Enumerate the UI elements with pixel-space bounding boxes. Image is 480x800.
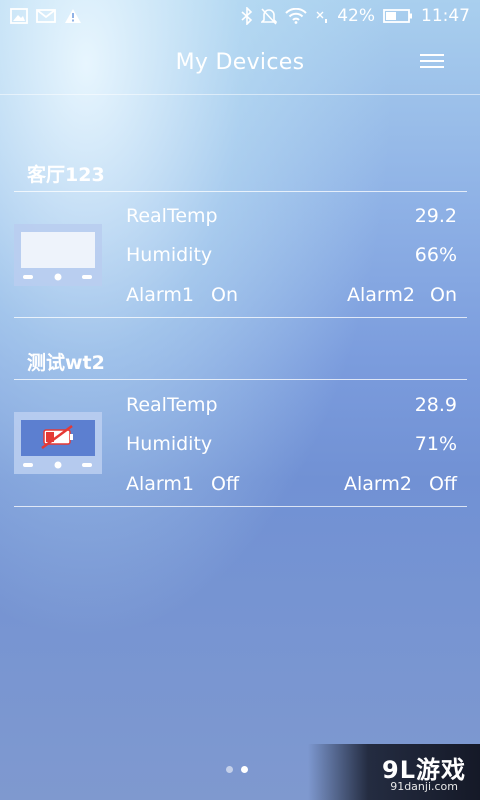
device-screen-icon: [14, 224, 102, 286]
realtemp-label: RealTemp: [126, 394, 218, 416]
alarm1-label: Alarm1: [126, 284, 194, 306]
alarm2-value: On: [430, 284, 457, 306]
mute-icon: [261, 8, 278, 25]
device-bottom-divider: [14, 317, 467, 318]
humidity-value: 66%: [414, 244, 457, 266]
status-right: 42% 11:47: [241, 6, 470, 26]
watermark-url: 91danji.com: [390, 780, 458, 793]
alarm1-value: Off: [211, 473, 240, 495]
bluetooth-icon: [241, 7, 253, 25]
humidity-value: 71%: [414, 433, 457, 455]
status-left: [10, 8, 82, 24]
realtemp-label: RealTemp: [126, 205, 218, 227]
alarm2-label: Alarm2: [347, 284, 415, 306]
device-top-divider: [14, 191, 467, 192]
alarm2-value: Off: [428, 473, 457, 495]
mail-icon: [36, 9, 56, 23]
realtemp-value: 28.9: [414, 394, 457, 416]
device-name: 客厅123: [27, 164, 105, 186]
battery-icon: [383, 9, 412, 23]
status-time: 11:47: [421, 6, 470, 26]
page-indicator: [226, 766, 248, 773]
status-bar: 42% 11:47: [0, 0, 480, 32]
device-bottom-divider: [14, 506, 467, 507]
no-signal-icon: [316, 11, 328, 23]
page-dot-2[interactable]: [241, 766, 248, 773]
humidity-label: Humidity: [126, 244, 213, 266]
alarm1-value: On: [211, 284, 238, 306]
warning-icon: [65, 9, 81, 23]
humidity-label: Humidity: [126, 433, 213, 455]
realtemp-value: 29.2: [414, 205, 457, 227]
menu-icon[interactable]: [420, 54, 444, 70]
page-title: My Devices: [175, 50, 305, 75]
page-dot-1[interactable]: [226, 766, 233, 773]
watermark: 9L游戏 91danji.com: [308, 744, 480, 800]
alarm2-label: Alarm2: [344, 473, 412, 495]
battery-percent: 42%: [337, 6, 375, 26]
wifi-icon: [285, 8, 307, 24]
device-name: 测试wt2: [27, 352, 105, 374]
device-top-divider: [14, 379, 467, 380]
device-low-battery-icon: [14, 412, 102, 474]
alarm1-label: Alarm1: [126, 473, 194, 495]
app-header: My Devices: [0, 32, 480, 95]
image-icon: [10, 8, 28, 24]
